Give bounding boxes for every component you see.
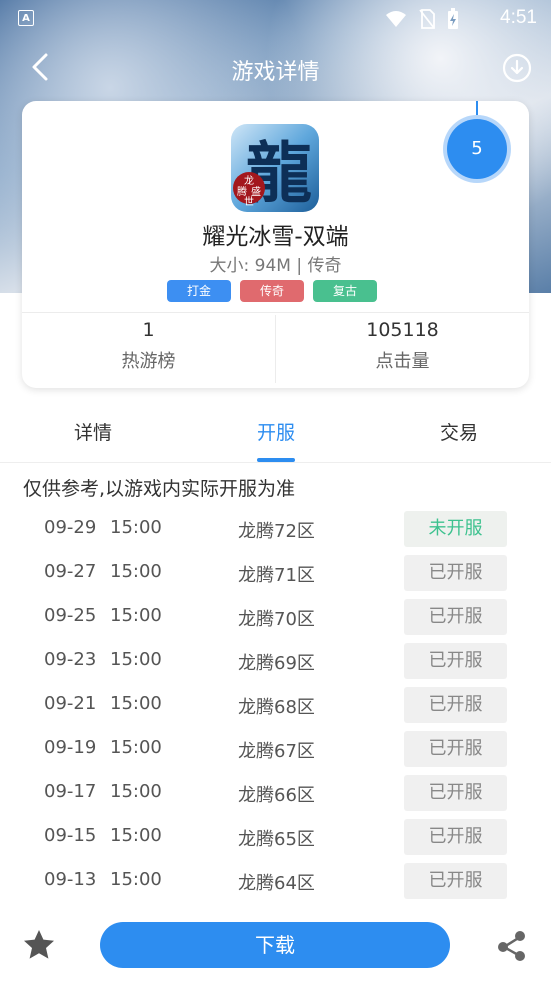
server-status-badge: 已开服 bbox=[404, 555, 507, 591]
server-date: 09-19 bbox=[44, 737, 97, 758]
star-icon[interactable] bbox=[22, 928, 56, 962]
server-time: 15:00 bbox=[110, 781, 162, 802]
tab-servers[interactable]: 开服 bbox=[257, 418, 295, 445]
stat-clicks: 105118 点击量 bbox=[276, 319, 529, 373]
stat-value: 105118 bbox=[366, 319, 439, 341]
bottom-action-bar: 下载 bbox=[0, 910, 551, 981]
server-time: 15:00 bbox=[110, 737, 162, 758]
server-status-badge: 已开服 bbox=[404, 687, 507, 723]
game-name: 耀光冰雪-双端 bbox=[202, 224, 349, 250]
rank-badge[interactable]: 5 bbox=[447, 119, 507, 179]
server-time: 15:00 bbox=[110, 561, 162, 582]
server-row: 09-23 15:00 龙腾69区 已开服 bbox=[0, 639, 551, 683]
server-status-badge: 已开服 bbox=[404, 643, 507, 679]
server-row: 09-13 15:00 龙腾64区 已开服 bbox=[0, 859, 551, 903]
tab-trade[interactable]: 交易 bbox=[440, 418, 478, 445]
server-date: 09-29 bbox=[44, 517, 97, 538]
server-name: 龙腾68区 bbox=[238, 697, 315, 718]
wifi-icon bbox=[386, 11, 406, 27]
server-row: 09-17 15:00 龙腾66区 已开服 bbox=[0, 771, 551, 815]
server-notice: 仅供参考,以游戏内实际开服为准 bbox=[23, 478, 296, 500]
game-icon: 龍 龙 腾 盛 世 bbox=[231, 124, 319, 212]
rank-badge-string bbox=[476, 101, 478, 119]
server-name: 龙腾67区 bbox=[238, 741, 315, 762]
server-row: 09-27 15:00 龙腾71区 已开服 bbox=[0, 551, 551, 595]
server-name: 龙腾71区 bbox=[238, 565, 315, 586]
download-manager-icon[interactable] bbox=[502, 53, 532, 83]
server-status-badge: 已开服 bbox=[404, 731, 507, 767]
game-info-card: 5 龍 龙 腾 盛 世 耀光冰雪-双端 大小: 94M | 传奇 打金 传奇 复… bbox=[22, 101, 529, 388]
game-icon-seal: 龙 bbox=[244, 174, 254, 187]
server-row: 09-21 15:00 龙腾68区 已开服 bbox=[0, 683, 551, 727]
server-time: 15:00 bbox=[110, 825, 162, 846]
server-time: 15:00 bbox=[110, 517, 162, 538]
server-time: 15:00 bbox=[110, 869, 162, 890]
page-title: 游戏详情 bbox=[231, 60, 320, 85]
status-bar: A 4:51 bbox=[0, 0, 551, 36]
title-bar: 游戏详情 bbox=[0, 40, 551, 96]
server-date: 09-17 bbox=[44, 781, 97, 802]
server-date: 09-21 bbox=[44, 693, 97, 714]
server-row: 09-29 15:00 龙腾72区 未开服 bbox=[0, 507, 551, 551]
server-time: 15:00 bbox=[110, 605, 162, 626]
server-name: 龙腾69区 bbox=[238, 653, 315, 674]
server-status-badge: 已开服 bbox=[404, 819, 507, 855]
tag[interactable]: 复古 bbox=[313, 280, 377, 302]
tag[interactable]: 传奇 bbox=[240, 280, 304, 302]
server-name: 龙腾65区 bbox=[238, 829, 315, 850]
server-date: 09-13 bbox=[44, 869, 97, 890]
notification-icon: A bbox=[18, 10, 34, 26]
share-icon[interactable] bbox=[495, 928, 529, 962]
server-status-badge: 已开服 bbox=[404, 599, 507, 635]
server-time: 15:00 bbox=[110, 693, 162, 714]
stat-label: 热游榜 bbox=[121, 351, 176, 372]
stat-value: 1 bbox=[142, 319, 155, 341]
tag-list: 打金 传奇 复古 bbox=[167, 280, 377, 302]
tab-bar: 详情 开服 交易 bbox=[0, 404, 551, 463]
server-row: 09-19 15:00 龙腾67区 已开服 bbox=[0, 727, 551, 771]
stat-label: 点击量 bbox=[375, 351, 430, 372]
server-time: 15:00 bbox=[110, 649, 162, 670]
stat-hot-rank[interactable]: 1 热游榜 bbox=[22, 319, 275, 373]
status-icons bbox=[385, 8, 459, 30]
server-name: 龙腾66区 bbox=[238, 785, 315, 806]
active-tab-indicator bbox=[257, 458, 295, 462]
download-button[interactable]: 下载 bbox=[100, 922, 450, 968]
server-name: 龙腾64区 bbox=[238, 873, 315, 894]
server-date: 09-15 bbox=[44, 825, 97, 846]
server-row: 09-15 15:00 龙腾65区 已开服 bbox=[0, 815, 551, 859]
server-status-badge: 已开服 bbox=[404, 775, 507, 811]
svg-text:世: 世 bbox=[244, 196, 254, 208]
server-date: 09-27 bbox=[44, 561, 97, 582]
divider bbox=[22, 312, 529, 313]
status-time: 4:51 bbox=[500, 7, 537, 28]
tag[interactable]: 打金 bbox=[167, 280, 231, 302]
server-status-badge: 已开服 bbox=[404, 863, 507, 899]
no-sim-icon bbox=[419, 9, 435, 29]
server-row: 09-25 15:00 龙腾70区 已开服 bbox=[0, 595, 551, 639]
battery-charging-icon bbox=[448, 8, 458, 29]
server-name: 龙腾72区 bbox=[238, 521, 315, 542]
server-name: 龙腾70区 bbox=[238, 609, 315, 630]
server-date: 09-25 bbox=[44, 605, 97, 626]
game-meta: 大小: 94M | 传奇 bbox=[209, 256, 342, 276]
server-status-badge: 未开服 bbox=[404, 511, 507, 547]
server-date: 09-23 bbox=[44, 649, 97, 670]
tab-details[interactable]: 详情 bbox=[74, 418, 112, 445]
